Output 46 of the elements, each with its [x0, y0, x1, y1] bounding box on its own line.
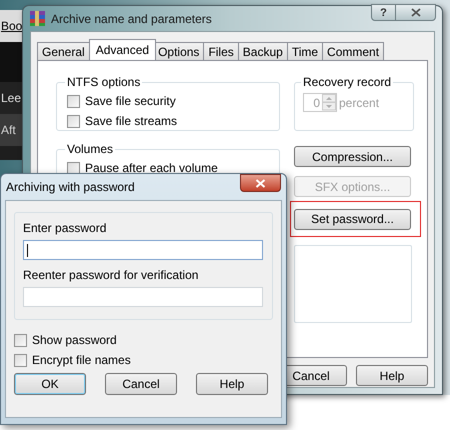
- text-cursor: [27, 244, 28, 256]
- checkbox[interactable]: [14, 334, 27, 346]
- toolbar-strip: [0, 42, 24, 82]
- push-button[interactable]: Compression...: [294, 146, 411, 167]
- tab-text: Aft: [1, 122, 16, 139]
- push-button[interactable]: Set password...: [294, 208, 411, 230]
- field-label: Reenter password for verification: [23, 268, 200, 283]
- close-icon: [255, 178, 266, 188]
- checkbox[interactable]: [67, 94, 80, 108]
- spin-arrows-icon: [322, 94, 336, 111]
- field-label: Enter password: [23, 221, 108, 236]
- tab[interactable]: Advanced: [88, 39, 156, 60]
- window-title: Archive name and parameters: [51, 10, 212, 28]
- push-button[interactable]: Help: [356, 365, 428, 386]
- books-icon: [29, 10, 46, 27]
- close-button[interactable]: [240, 174, 281, 192]
- checkbox[interactable]: [67, 114, 80, 128]
- spin-value: 0: [312, 94, 321, 112]
- push-button[interactable]: Cancel: [105, 373, 177, 395]
- tab[interactable]: Options: [153, 42, 204, 60]
- tab[interactable]: General: [37, 42, 90, 60]
- tab[interactable]: Files: [203, 42, 239, 60]
- push-button[interactable]: OK: [14, 373, 86, 395]
- checkbox-label: Save file streams: [85, 113, 178, 130]
- checkbox-label: Save file security: [85, 93, 176, 110]
- group-title: NTFS options: [66, 74, 142, 91]
- checkbox-label: Show password: [32, 332, 117, 349]
- close-button[interactable]: [396, 4, 436, 21]
- tab[interactable]: Comment: [322, 42, 384, 60]
- checkbox-label: Encrypt file names: [32, 352, 131, 369]
- checkbox[interactable]: [14, 354, 27, 366]
- close-icon: [410, 8, 420, 17]
- tab[interactable]: Backup: [238, 42, 288, 60]
- tab-text: Lee: [1, 90, 22, 107]
- menu-text: Boo: [1, 18, 22, 35]
- help-button[interactable]: ?: [371, 4, 396, 21]
- group-title: Recovery record: [302, 74, 392, 91]
- group-title: Volumes: [66, 141, 114, 158]
- window-title: Archiving with password: [6, 179, 135, 196]
- push-button[interactable]: Help: [196, 373, 268, 395]
- password-field[interactable]: [23, 240, 263, 260]
- password-field[interactable]: [23, 287, 263, 307]
- tab[interactable]: Time: [286, 42, 324, 60]
- unit-label: percent: [339, 94, 380, 112]
- checkbox-label: Pause after each volume: [85, 160, 218, 177]
- checkbox[interactable]: [67, 162, 80, 174]
